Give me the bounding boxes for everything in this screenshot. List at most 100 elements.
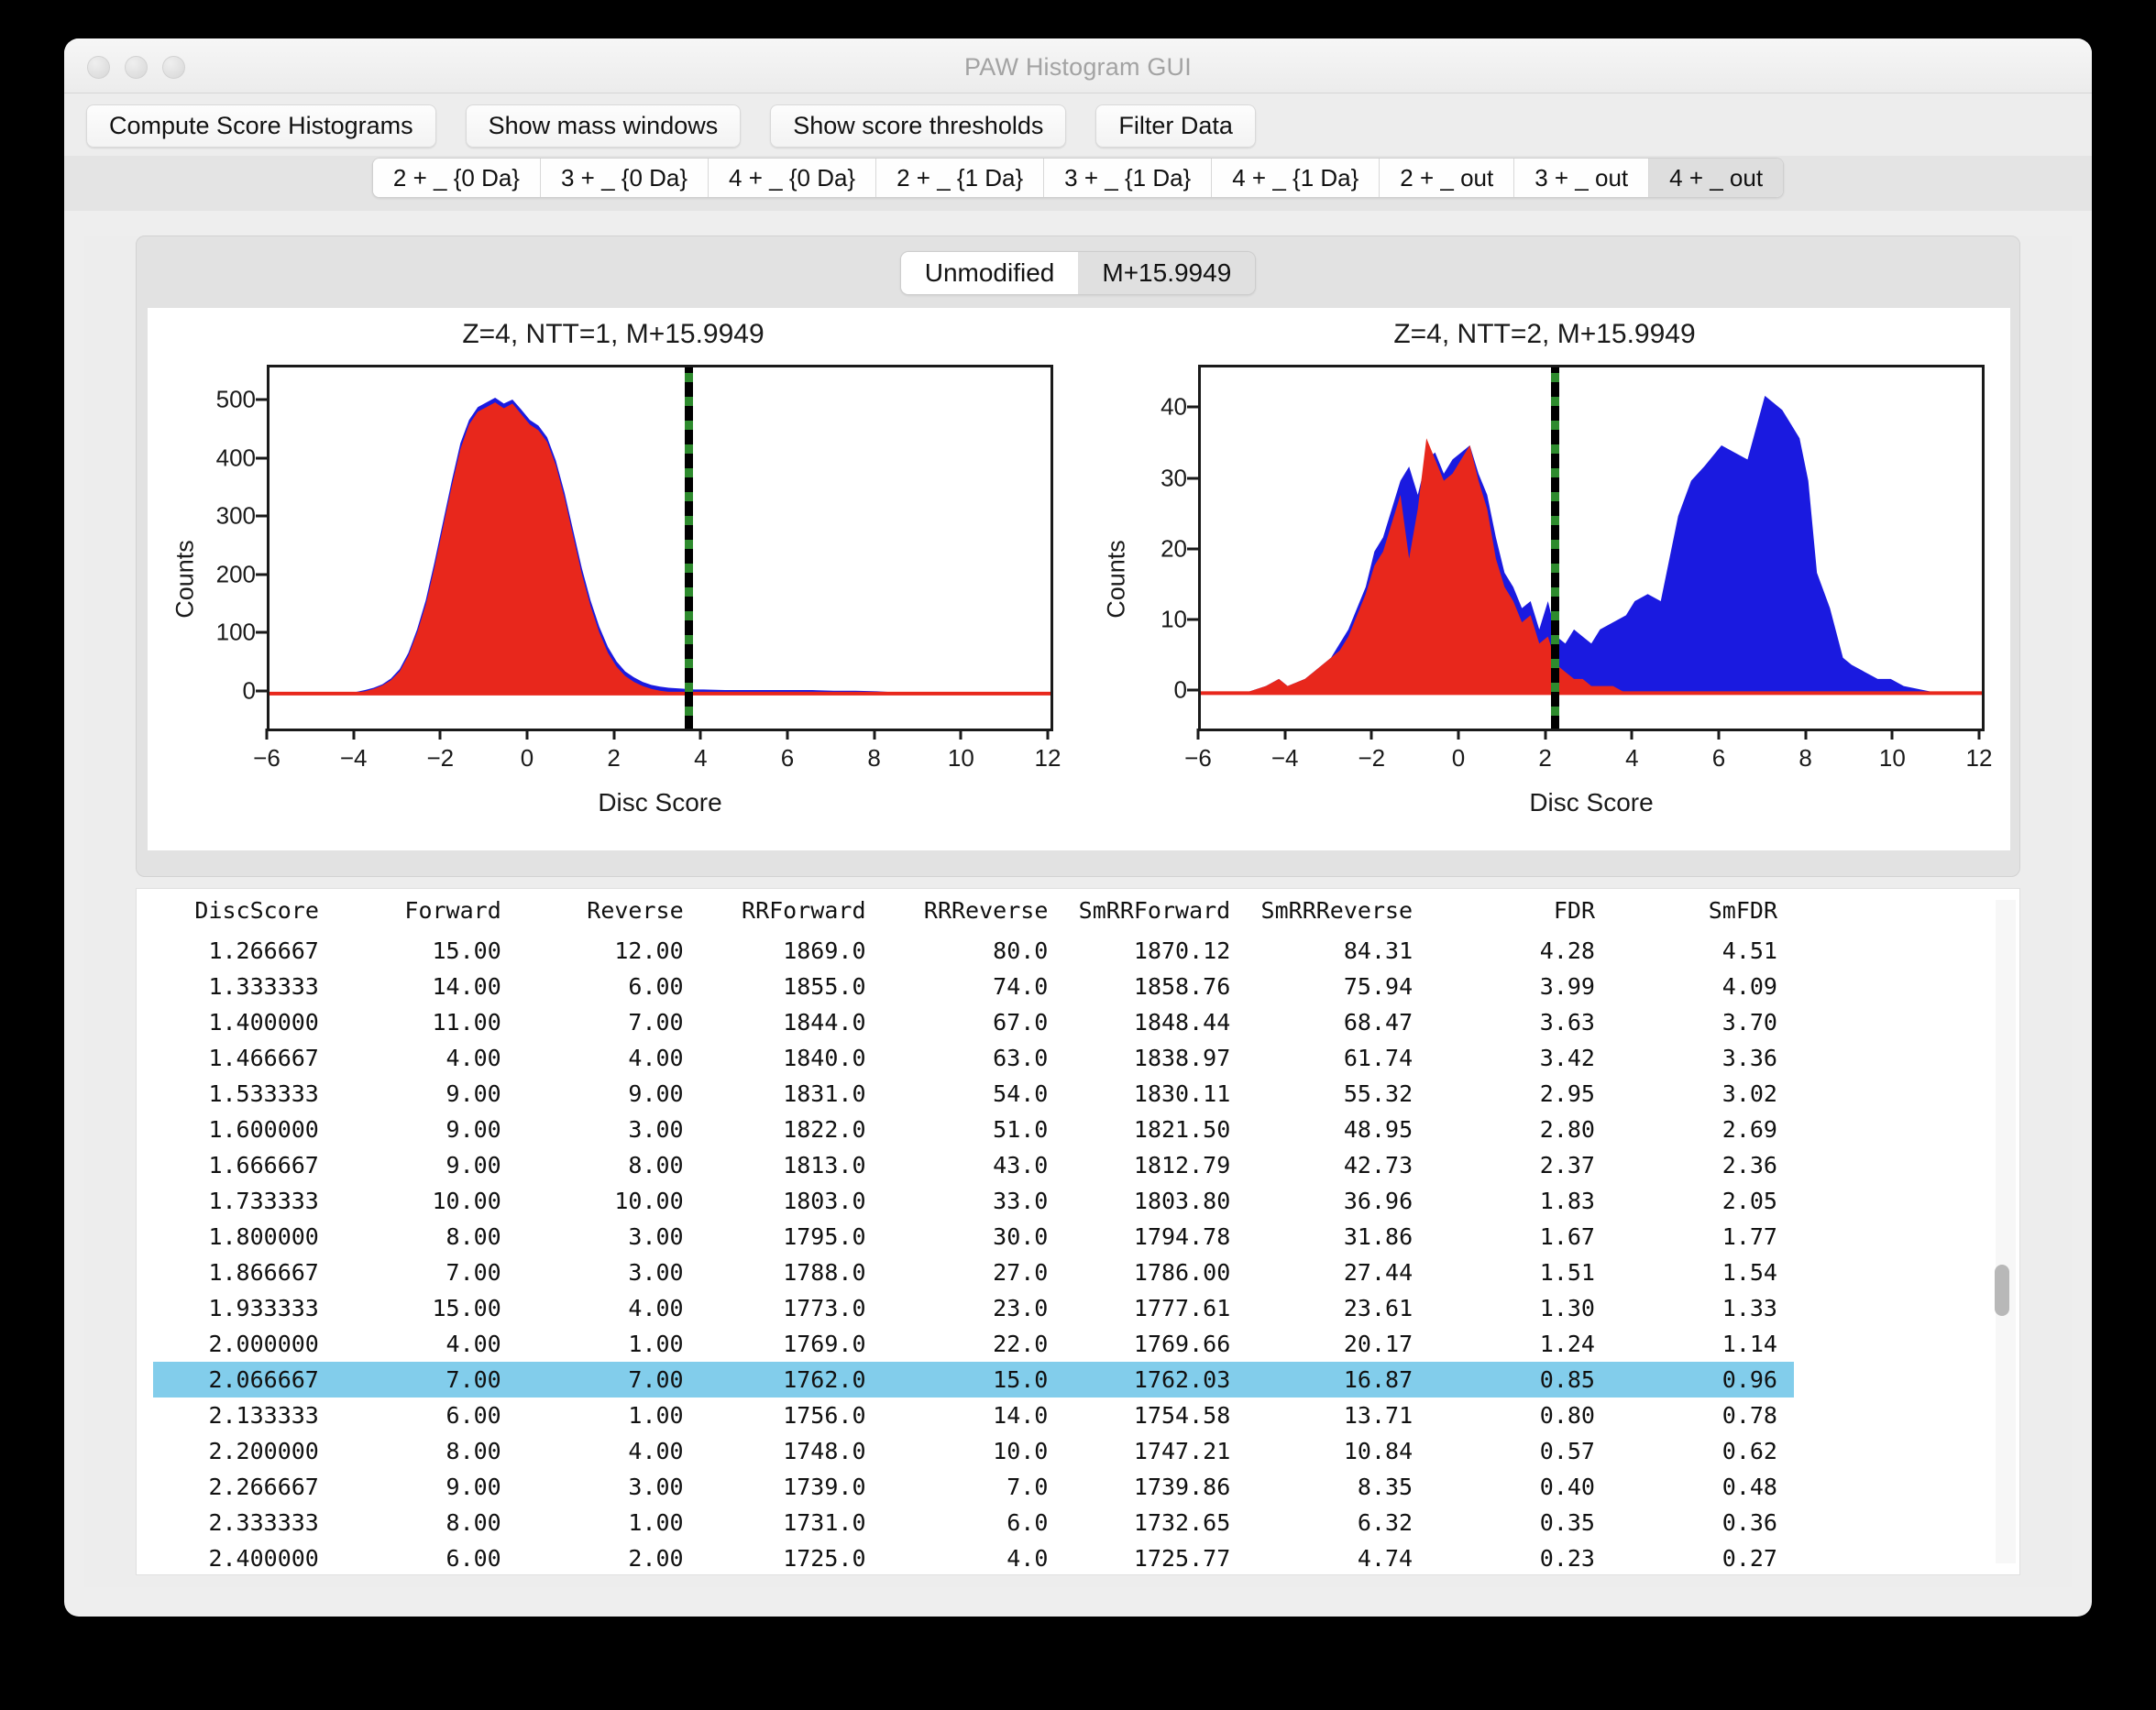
x-tick-label: −4 [1271,744,1299,773]
table-cell: 0.48 [1612,1469,1794,1505]
table-cell: 84.31 [1247,933,1429,969]
table-row[interactable]: 2.3333338.001.001731.06.01732.656.320.35… [153,1505,1794,1540]
charge-tab-2p-out[interactable]: 2 + _ out [1380,159,1514,197]
table-cell: 8.00 [336,1433,518,1469]
table-row[interactable]: 2.2666679.003.001739.07.01739.868.350.40… [153,1469,1794,1505]
table-cell: 3.70 [1612,1004,1794,1040]
table-cell: 15.00 [336,1290,518,1326]
table-scrollbar-track[interactable] [1996,900,2016,1563]
table-row[interactable]: 2.4000006.002.001725.04.01725.774.740.23… [153,1540,1794,1575]
table-row[interactable]: 1.8000008.003.001795.030.01794.7831.861.… [153,1219,1794,1255]
charge-tab-4p-out[interactable]: 4 + _ out [1649,159,1783,197]
table-cell: 3.00 [518,1219,700,1255]
table-cell: 67.0 [883,1004,1065,1040]
table-cell: 1.733333 [153,1183,336,1219]
table-cell: 63.0 [883,1040,1065,1076]
table-column-header-fdr: FDR [1429,889,1612,933]
mod-tab-unmodified[interactable]: Unmodified [901,252,1079,294]
table-row[interactable]: 1.6000009.003.001822.051.01821.5048.952.… [153,1112,1794,1147]
x-axis-label-ntt2: Disc Score [1198,788,1985,817]
title-bar: PAW Histogram GUI [64,38,2092,93]
table-cell: 2.69 [1612,1112,1794,1147]
reverse-distribution-area [270,402,1050,694]
x-tick-label: 0 [1452,744,1465,773]
show-score-thresholds-button[interactable]: Show score thresholds [770,104,1066,148]
y-tick-label: 0 [243,676,256,705]
table-cell: 1.00 [518,1398,700,1433]
x-tick-mark [1718,729,1721,740]
table-row[interactable]: 2.2000008.004.001748.010.01747.2110.840.… [153,1433,1794,1469]
table-row[interactable]: 1.73333310.0010.001803.033.01803.8036.96… [153,1183,1794,1219]
table-cell: 74.0 [883,969,1065,1004]
table-cell: 7.00 [518,1004,700,1040]
window-title: PAW Histogram GUI [64,53,2092,82]
table-cell: 1830.11 [1064,1076,1247,1112]
histogram-series-group [270,367,1050,729]
charge-tab-3p-1da[interactable]: 3 + _ {1 Da} [1044,159,1212,197]
filter-data-button[interactable]: Filter Data [1095,104,1256,148]
charge-tab-4p-0da[interactable]: 4 + _ {0 Da} [709,159,876,197]
table-cell: 2.37 [1429,1147,1612,1183]
table-cell: 3.02 [1612,1076,1794,1112]
charge-tab-2p-1da[interactable]: 2 + _ {1 Da} [876,159,1044,197]
table-cell: 1.51 [1429,1255,1612,1290]
table-row[interactable]: 1.33333314.006.001855.074.01858.7675.943… [153,969,1794,1004]
show-mass-windows-button[interactable]: Show mass windows [466,104,742,148]
charge-tab-2p-0da[interactable]: 2 + _ {0 Da} [373,159,541,197]
table-row[interactable]: 2.0666677.007.001762.015.01762.0316.870.… [153,1362,1794,1398]
table-cell: 1855.0 [700,969,883,1004]
y-tick-mark [256,573,267,575]
table-cell: 10.00 [336,1183,518,1219]
x-tick-mark [1047,729,1050,740]
x-tick-label: −2 [1358,744,1386,773]
x-tick-mark [1631,729,1634,740]
table-cell: 2.36 [1612,1147,1794,1183]
table-cell: 1.400000 [153,1004,336,1040]
plot-axes-ntt1 [267,365,1053,731]
charge-tab-4p-1da[interactable]: 4 + _ {1 Da} [1212,159,1380,197]
table-cell: 1794.78 [1064,1219,1247,1255]
table-row[interactable]: 1.8666677.003.001788.027.01786.0027.441.… [153,1255,1794,1290]
table-cell: 1870.12 [1064,933,1247,969]
table-row[interactable]: 2.0000004.001.001769.022.01769.6620.171.… [153,1326,1794,1362]
x-tick-mark [1370,729,1373,740]
x-tick-mark [352,729,355,740]
table-cell: 1731.0 [700,1505,883,1540]
charge-tab-3p-out[interactable]: 3 + _ out [1514,159,1649,197]
table-cell: 6.32 [1247,1505,1429,1540]
table-cell: 6.00 [336,1540,518,1575]
table-cell: 1838.97 [1064,1040,1247,1076]
compute-score-histograms-button[interactable]: Compute Score Histograms [86,104,436,148]
table-cell: 1.333333 [153,969,336,1004]
table-row[interactable]: 1.26666715.0012.001869.080.01870.1284.31… [153,933,1794,969]
y-tick-label: 0 [1174,676,1187,705]
table-cell: 1.54 [1612,1255,1794,1290]
table-row[interactable]: 1.6666679.008.001813.043.01812.7942.732.… [153,1147,1794,1183]
table-row[interactable]: 1.40000011.007.001844.067.01848.4468.473… [153,1004,1794,1040]
table-cell: 6.00 [518,969,700,1004]
mod-tab-m-plus-15-9949[interactable]: M+15.9949 [1078,252,1255,294]
table-row[interactable]: 1.5333339.009.001831.054.01830.1155.322.… [153,1076,1794,1112]
x-tick-mark [873,729,875,740]
table-cell: 1.00 [518,1326,700,1362]
mod-tab-strip: Unmodified M+15.9949 [900,251,1257,295]
table-cell: 1.466667 [153,1040,336,1076]
x-tick-mark [266,729,269,740]
table-row[interactable]: 1.4666674.004.001840.063.01838.9761.743.… [153,1040,1794,1076]
table-row[interactable]: 1.93333315.004.001773.023.01777.6123.611… [153,1290,1794,1326]
table-cell: 6.00 [336,1398,518,1433]
fdr-table-container[interactable]: DiscScoreForwardReverseRRForwardRRRevers… [136,888,2020,1575]
x-tick-mark [1891,729,1894,740]
table-cell: 3.36 [1612,1040,1794,1076]
table-scrollbar-thumb[interactable] [1995,1265,2009,1316]
y-tick-label: 200 [216,560,256,588]
table-cell: 23.61 [1247,1290,1429,1326]
table-cell: 2.200000 [153,1433,336,1469]
table-cell: 1.666667 [153,1147,336,1183]
y-tick-mark [1187,477,1198,479]
charge-tab-3p-0da[interactable]: 3 + _ {0 Da} [541,159,709,197]
table-cell: 51.0 [883,1112,1065,1147]
table-row[interactable]: 2.1333336.001.001756.014.01754.5813.710.… [153,1398,1794,1433]
table-cell: 27.0 [883,1255,1065,1290]
table-cell: 1.30 [1429,1290,1612,1326]
